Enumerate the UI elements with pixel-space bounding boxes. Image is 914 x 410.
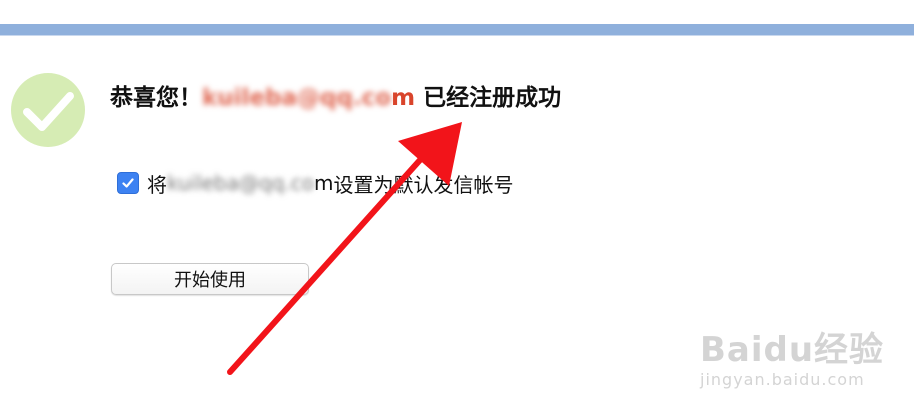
watermark-brand: Baidu经验 bbox=[700, 330, 885, 370]
registered-email-blurred: kuileba@qq.co bbox=[202, 85, 392, 111]
checkbox-check-icon bbox=[122, 178, 134, 188]
window-top-divider bbox=[0, 35, 914, 36]
watermark-url: jingyan.baidu.com bbox=[700, 370, 865, 389]
registered-email: kuileba@qq.com bbox=[202, 85, 415, 111]
default-account-email-tail: m bbox=[314, 171, 334, 195]
window-top-band bbox=[0, 24, 914, 35]
default-account-option[interactable]: 将 kuileba@qq.com 设置为默认发信帐号 bbox=[117, 168, 513, 198]
default-account-suffix: 设置为默认发信帐号 bbox=[333, 172, 514, 197]
default-account-email-blurred: kuileba@qq.co bbox=[167, 171, 314, 195]
success-prefix: 恭喜您！ bbox=[110, 85, 202, 111]
default-account-email: kuileba@qq.com bbox=[167, 171, 333, 195]
registered-email-tail: m bbox=[391, 85, 416, 111]
checkmark-circle-icon bbox=[11, 73, 85, 147]
success-suffix: 已经注册成功 bbox=[415, 85, 562, 111]
registration-success-message: 恭喜您！kuileba@qq.com 已经注册成功 bbox=[110, 82, 561, 114]
default-account-prefix: 将 bbox=[147, 172, 167, 197]
default-account-checkbox[interactable] bbox=[117, 172, 139, 194]
baidu-jingyan-watermark: Baidu经验 jingyan.baidu.com bbox=[700, 314, 900, 398]
start-using-button[interactable]: 开始使用 bbox=[111, 263, 309, 295]
